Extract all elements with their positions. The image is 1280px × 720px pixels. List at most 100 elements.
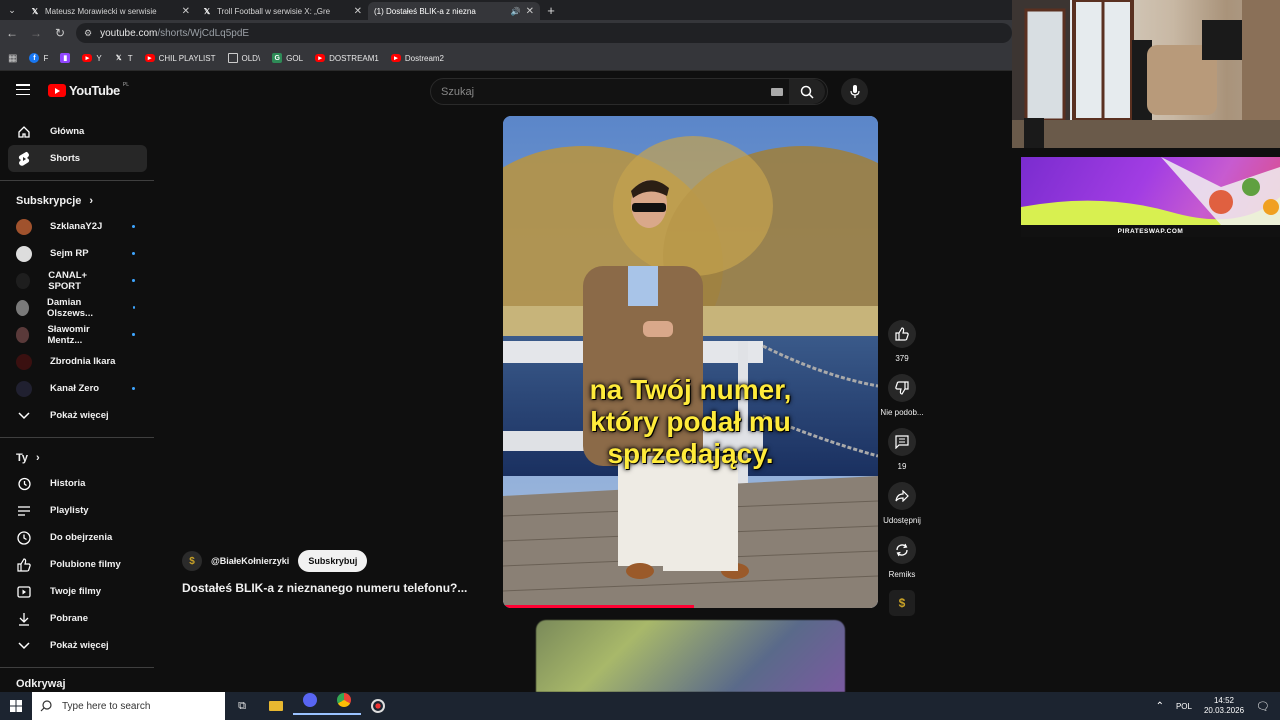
sidebar-item-label: Polubione filmy xyxy=(50,559,121,570)
browser-tab-active[interactable]: (1) Dostałeś BLIK-a z niezna 🔊 ✕ xyxy=(0,2,540,80)
channel-thumb-action: $ xyxy=(878,590,926,616)
new-tab-button[interactable]: + xyxy=(540,3,562,18)
task-view-button[interactable]: ⧉ xyxy=(225,692,259,720)
search-button[interactable] xyxy=(789,79,825,104)
channel-avatar xyxy=(16,218,32,235)
channel-avatar xyxy=(16,272,31,289)
next-short-preview[interactable] xyxy=(536,620,845,692)
menu-icon[interactable] xyxy=(16,84,30,95)
channel-info: $ @BiałeKołnierzyki Subskrybuj xyxy=(182,550,368,572)
sidebar-item-subscription[interactable]: Kanał Zero xyxy=(0,375,147,402)
webcam-scene xyxy=(1012,0,1280,148)
new-content-dot xyxy=(132,333,135,336)
file-explorer-button[interactable] xyxy=(259,692,293,720)
close-icon[interactable]: ✕ xyxy=(182,6,190,17)
back-icon[interactable]: ← xyxy=(0,26,24,40)
speaker-icon[interactable]: 🔊 xyxy=(511,7,521,16)
channel-avatar[interactable]: $ xyxy=(182,551,202,571)
sidebar-item-watch-later[interactable]: Do obejrzenia xyxy=(0,524,147,551)
sidebar-item-subscription[interactable]: Damian Olszews... xyxy=(0,294,147,321)
task-view-icon: ⧉ xyxy=(238,699,246,712)
bookmark-item[interactable]: ▸ Y xyxy=(82,54,102,63)
youtube-play-icon xyxy=(48,84,66,97)
video-subtitle: na Twój numer, który podał mu sprzedając… xyxy=(503,374,878,470)
sidebar-item-home[interactable]: Główna xyxy=(0,118,147,145)
sidebar-item-subscription[interactable]: SzklanaY2J xyxy=(0,213,147,240)
reload-icon[interactable]: ↻ xyxy=(48,26,72,40)
close-icon[interactable]: ✕ xyxy=(354,6,362,17)
search-box[interactable]: Szukaj xyxy=(430,78,828,105)
keyboard-icon[interactable] xyxy=(771,87,783,96)
remix-button[interactable] xyxy=(888,536,916,564)
bookmark-item[interactable]: ▸ CHIL PLAYLIST xyxy=(144,54,216,63)
show-more-subscriptions[interactable]: Pokaż więcej xyxy=(0,402,147,429)
sidebar-item-subscription[interactable]: Sławomir Mentz... xyxy=(0,321,147,348)
thumb-down-icon xyxy=(895,381,909,395)
youtube-icon: ▸ xyxy=(82,54,93,62)
sidebar-item-shorts[interactable]: Shorts xyxy=(8,145,147,172)
chrome-icon xyxy=(337,692,351,707)
sidebar-item-playlists[interactable]: Playlisty xyxy=(0,497,147,524)
bookmark-item[interactable]: G GOL xyxy=(272,53,303,63)
audio-channel-thumbnail[interactable]: $ xyxy=(889,590,915,616)
notification-icon[interactable]: 🗨 xyxy=(1256,700,1270,713)
windows-taskbar: Type here to search ⧉ ⌃ POL 14:52 20.03.… xyxy=(0,692,1280,720)
dislike-button[interactable] xyxy=(888,374,916,402)
bookmark-item[interactable]: ▸ DOSTREAM1 xyxy=(315,54,379,63)
browser-tab[interactable]: 𝕏 Mateusz Morawiecki w serwisie ✕ xyxy=(24,2,196,20)
taskbar-search-input[interactable]: Type here to search xyxy=(62,701,150,712)
subscriptions-header[interactable]: Subskrypcje › xyxy=(0,189,155,213)
sidebar-item-history[interactable]: Historia xyxy=(0,470,147,497)
short-title[interactable]: Dostałeś BLIK-a z nieznanego numeru tele… xyxy=(182,581,467,595)
url-bar[interactable]: ⚙ youtube.com/shorts/WjCdLq5pdE xyxy=(76,23,1012,43)
bookmark-item[interactable]: ▸ Dostream2 xyxy=(390,54,444,63)
tab-search-button[interactable]: ⌄ xyxy=(0,0,24,20)
remix-label: Remiks xyxy=(888,570,916,579)
twitch-icon: ▮ xyxy=(60,53,71,63)
short-video-player[interactable]: na Twój numer, który podał mu sprzedając… xyxy=(503,116,878,608)
sidebar-item-downloads[interactable]: Pobrane xyxy=(0,605,147,632)
search-icon xyxy=(800,85,814,99)
sidebar-item-subscription[interactable]: Sejm RP xyxy=(0,240,147,267)
search-input[interactable]: Szukaj xyxy=(441,86,474,98)
bookmark-item[interactable]: 𝕏T xyxy=(114,53,133,63)
site-info-icon[interactable]: ⚙ xyxy=(84,28,92,39)
sidebar: Główna Shorts Subskrypcje › SzklanaY2J Se… xyxy=(0,116,155,692)
browser-tab[interactable]: 𝕏 Troll Football w serwisie X: „Gre ✕ xyxy=(196,2,368,20)
video-progress-bar[interactable] xyxy=(503,605,695,608)
sidebar-item-label: Do obejrzenia xyxy=(50,532,113,543)
clock[interactable]: 14:52 20.03.2026 xyxy=(1204,696,1244,716)
show-more-you[interactable]: Pokaż więcej xyxy=(0,632,147,659)
close-icon[interactable]: ✕ xyxy=(526,6,534,17)
channel-name[interactable]: @BiałeKołnierzyki xyxy=(211,556,289,566)
bookmark-item[interactable]: OLD\ xyxy=(227,53,260,63)
chevron-up-icon[interactable]: ⌃ xyxy=(1156,701,1164,712)
remix-icon xyxy=(896,543,908,557)
playlist-icon xyxy=(16,503,32,519)
taskbar-search[interactable]: Type here to search xyxy=(32,692,225,720)
you-header[interactable]: Ty › xyxy=(0,446,155,470)
sidebar-item-subscription[interactable]: Zbrodnia Ikara xyxy=(0,348,147,375)
explore-header: Odkrywaj xyxy=(0,676,155,692)
voice-search-button[interactable] xyxy=(841,78,868,105)
bookmark-item[interactable]: ▮ xyxy=(60,53,71,63)
discord-button[interactable] xyxy=(293,687,327,715)
comment-button[interactable] xyxy=(888,428,916,456)
share-action: Udostępnij xyxy=(878,482,926,525)
sidebar-item-your-videos[interactable]: Twoje filmy xyxy=(0,578,147,605)
language-indicator[interactable]: POL xyxy=(1176,702,1192,711)
recorder-button[interactable] xyxy=(361,692,395,720)
sidebar-item-liked[interactable]: Polubione filmy xyxy=(0,551,147,578)
apps-grid-icon[interactable]: ▦ xyxy=(8,53,17,64)
share-label: Udostępnij xyxy=(883,516,921,525)
like-button[interactable] xyxy=(888,320,916,348)
subscribe-button[interactable]: Subskrybuj xyxy=(298,550,368,572)
chrome-button[interactable] xyxy=(327,687,361,715)
youtube-logo[interactable]: YouTube PL xyxy=(48,82,129,98)
sidebar-item-subscription[interactable]: CANAL+ SPORT xyxy=(0,267,147,294)
share-button[interactable] xyxy=(888,482,916,510)
sponsor-banner: PIRATESWAP.COM xyxy=(1021,157,1280,237)
bookmark-item[interactable]: fF xyxy=(29,53,48,63)
windows-start-button[interactable] xyxy=(0,692,32,720)
forward-icon[interactable]: → xyxy=(24,26,48,40)
